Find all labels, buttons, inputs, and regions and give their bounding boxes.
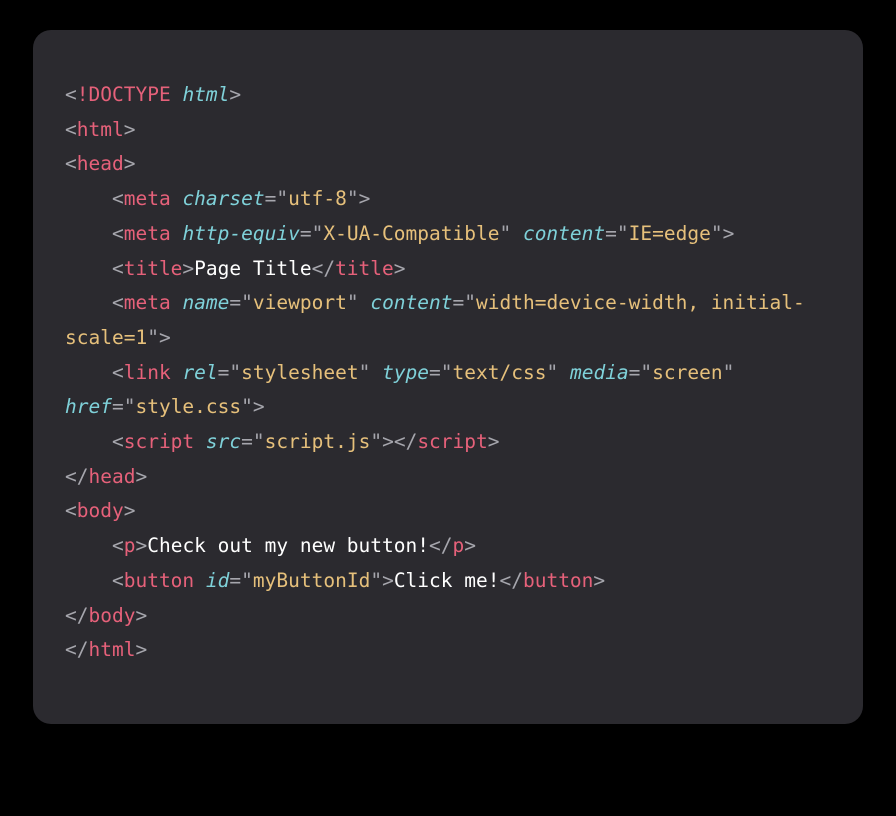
line-title: <title>Page Title</title> xyxy=(65,257,406,280)
line-button: <button id="myButtonId">Click me!</butto… xyxy=(65,569,605,592)
line-link-css: <link rel="stylesheet" type="text/css" m… xyxy=(65,361,746,419)
code-snippet: <!DOCTYPE html> <html> <head> <meta char… xyxy=(33,30,863,724)
line-p: <p>Check out my new button!</p> xyxy=(65,534,476,557)
line-script-src: <script src="script.js"></script> xyxy=(65,430,500,453)
line-body-open: <body> xyxy=(65,499,135,522)
line-doctype: <!DOCTYPE html> xyxy=(65,83,241,106)
line-meta-httpequiv: <meta http-equiv="X-UA-Compatible" conte… xyxy=(65,222,734,245)
line-html-close: </html> xyxy=(65,638,147,661)
line-head-open: <head> xyxy=(65,152,135,175)
line-meta-charset: <meta charset="utf-8"> xyxy=(65,187,370,210)
line-body-close: </body> xyxy=(65,604,147,627)
line-html-open: <html> xyxy=(65,118,135,141)
line-head-close: </head> xyxy=(65,465,147,488)
line-meta-viewport: <meta name="viewport" content="width=dev… xyxy=(65,291,805,349)
